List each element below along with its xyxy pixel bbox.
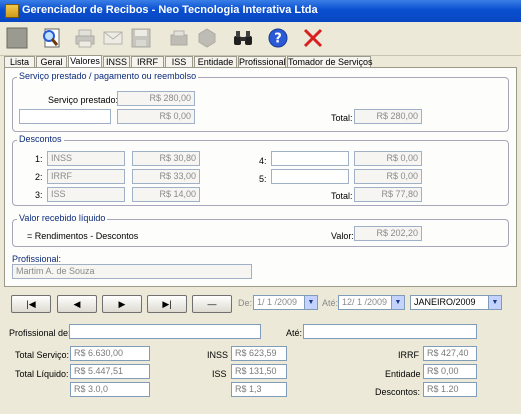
search-document-button[interactable]: [38, 25, 64, 51]
servico-total-label: Total:: [331, 113, 353, 123]
profissional-field[interactable]: Martim A. de Souza: [12, 264, 252, 279]
title-bar: Gerenciador de Recibos - Neo Tecnologia …: [0, 0, 521, 22]
binoculars-icon: [234, 31, 252, 45]
desconto-5-name-field[interactable]: [271, 169, 349, 184]
servico-total-field[interactable]: R$ 280,00: [354, 109, 422, 124]
date-to-dropdown-icon[interactable]: ▼: [391, 296, 404, 309]
print-preview-button[interactable]: [166, 25, 192, 51]
desconto-1-name-field[interactable]: INSS: [47, 151, 125, 166]
liquido-formula: = Rendimentos - Descontos: [27, 231, 139, 241]
desconto-1-number: 1:: [35, 154, 43, 164]
date-to-label: Até:: [322, 298, 339, 308]
profissional-de-label: Profissional de:: [9, 328, 71, 338]
search-document-icon: [43, 28, 60, 48]
desconto-1-value-field[interactable]: R$ 30,80: [132, 151, 200, 166]
date-from-value: 1/ 1 /2009: [257, 297, 298, 307]
last-record-button[interactable]: ▶|: [147, 295, 187, 313]
total-servico-field[interactable]: R$ 6.630,00: [70, 346, 150, 361]
save-button[interactable]: [128, 25, 154, 51]
app-icon: [5, 4, 19, 18]
entidade-field[interactable]: R$ 0,00: [423, 364, 477, 379]
inss-field[interactable]: R$ 623,59: [231, 346, 287, 361]
date-to-value: 12/ 1 /2009: [342, 297, 388, 307]
new-icon: [6, 27, 28, 49]
profissional-ate-field[interactable]: [303, 324, 477, 339]
toolbar: ?: [0, 22, 521, 56]
irrf-label: IRRF: [398, 350, 419, 360]
liquido-group: Valor recebido líquido = Rendimentos - D…: [12, 213, 509, 247]
desconto-3-name-field[interactable]: ISS: [47, 187, 125, 202]
total-servico-label: Total Serviço:: [15, 350, 70, 360]
new-button[interactable]: [4, 25, 30, 51]
liquido-legend: Valor recebido líquido: [17, 213, 108, 223]
desconto-4-name-field[interactable]: [271, 151, 349, 166]
descontos-summary-field[interactable]: R$ 1.20: [423, 382, 477, 397]
window-title: Gerenciador de Recibos - Neo Tecnologia …: [22, 4, 318, 16]
next-record-button[interactable]: ▶: [102, 295, 142, 313]
help-button[interactable]: ?: [265, 25, 291, 51]
summary-row3-mid-field[interactable]: R$ 1,3: [231, 382, 287, 397]
desconto-4-value-field[interactable]: R$ 0,00: [354, 151, 422, 166]
desconto-3-number: 3:: [35, 190, 43, 200]
desconto-5-number: 5:: [259, 174, 267, 184]
total-liquido-field[interactable]: R$ 5.447,51: [70, 364, 150, 379]
servico-prestado-label: Serviço prestado:: [48, 95, 119, 105]
liquido-value-field[interactable]: R$ 202,20: [354, 226, 422, 241]
descontos-total-field[interactable]: R$ 77,80: [354, 187, 422, 202]
liquido-value-label: Valor:: [331, 231, 354, 241]
date-to-picker[interactable]: 12/ 1 /2009 ▼: [338, 295, 405, 310]
profissional-de-field[interactable]: [69, 324, 261, 339]
descontos-total-label: Total:: [331, 191, 353, 201]
servico-extra-value-field[interactable]: R$ 0,00: [117, 109, 195, 124]
servico-extra-name-field[interactable]: [19, 109, 111, 124]
svg-text:?: ?: [274, 32, 282, 47]
first-record-button[interactable]: |◀: [11, 295, 51, 313]
desconto-2-value-field[interactable]: R$ 33,00: [132, 169, 200, 184]
date-from-picker[interactable]: 1/ 1 /2009 ▼: [253, 295, 318, 310]
print-icon: [75, 29, 95, 48]
profissional-label: Profissional:: [12, 254, 62, 264]
application-window: Gerenciador de Recibos - Neo Tecnologia …: [0, 0, 521, 414]
close-icon: [303, 28, 323, 48]
descontos-group: Descontos 1: INSS R$ 30,80 2: IRRF R$ 33…: [12, 134, 509, 206]
irrf-field[interactable]: R$ 427,40: [423, 346, 477, 361]
close-button[interactable]: [300, 25, 326, 51]
servico-group: Serviço prestado / pagamento ou reembols…: [12, 71, 509, 132]
settings-icon: [198, 28, 216, 48]
inss-label: INSS: [207, 350, 229, 360]
email-button[interactable]: [100, 25, 126, 51]
summary-row3-left-field[interactable]: R$ 3.0,0: [70, 382, 150, 397]
print-preview-icon: [170, 30, 188, 46]
help-icon: ?: [268, 28, 288, 48]
email-icon: [103, 31, 123, 45]
save-icon: [131, 28, 151, 48]
descontos-summary-label: Descontos:: [375, 387, 421, 397]
print-button[interactable]: [72, 25, 98, 51]
valores-panel: Serviço prestado / pagamento ou reembols…: [4, 67, 517, 287]
iss-field[interactable]: R$ 131,50: [231, 364, 287, 379]
month-value: JANEIRO/2009: [414, 297, 476, 307]
iss-label: ISS: [212, 369, 227, 379]
descontos-legend: Descontos: [17, 134, 64, 144]
settings-button[interactable]: [194, 25, 220, 51]
month-dropdown-icon[interactable]: ▼: [488, 296, 501, 309]
desconto-2-name-field[interactable]: IRRF: [47, 169, 125, 184]
date-from-dropdown-icon[interactable]: ▼: [304, 296, 317, 309]
find-button[interactable]: [230, 25, 256, 51]
desconto-2-number: 2:: [35, 172, 43, 182]
profissional-ate-label: Até:: [286, 328, 303, 338]
month-select[interactable]: JANEIRO/2009 ▼: [410, 295, 502, 310]
navigation-area: |◀ ◀ ▶ ▶| — De: 1/ 1 /2009 ▼ Até: 12/ 1 /…: [0, 288, 521, 414]
entidade-label: Entidade: [385, 369, 421, 379]
servico-prestado-field[interactable]: R$ 280,00: [117, 91, 195, 106]
previous-record-button[interactable]: ◀: [57, 295, 97, 313]
date-from-label: De:: [238, 298, 253, 308]
servico-legend: Serviço prestado / pagamento ou reembols…: [17, 71, 199, 81]
total-liquido-label: Total Líquido:: [15, 369, 69, 379]
desconto-5-value-field[interactable]: R$ 0,00: [354, 169, 422, 184]
delete-record-button[interactable]: —: [192, 295, 232, 313]
desconto-3-value-field[interactable]: R$ 14,00: [132, 187, 200, 202]
desconto-4-number: 4:: [259, 156, 267, 166]
